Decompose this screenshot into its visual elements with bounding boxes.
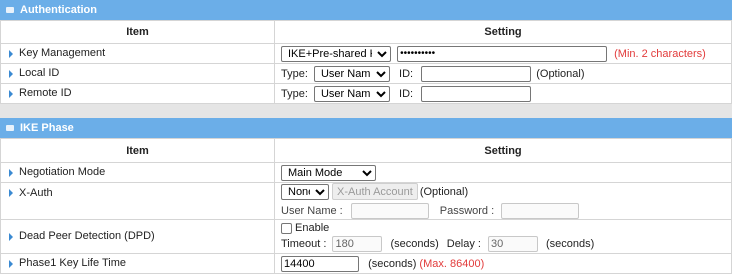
negotiation-mode-row-label: Negotiation Mode: [0, 162, 275, 183]
local-id-type-select[interactable]: User Name: [313, 65, 390, 82]
section-divider: [0, 104, 732, 118]
x-auth-password-label: Password :: [439, 204, 495, 217]
x-auth-label: X-Auth: [19, 187, 53, 200]
key-management-select[interactable]: IKE+Pre-shared Key: [281, 45, 391, 62]
min-characters-hint: (Min. 2 characters): [614, 47, 706, 60]
local-id-label: Local ID: [19, 67, 60, 80]
column-header-setting: Setting: [274, 20, 732, 44]
authentication-header: Authentication: [0, 0, 732, 20]
key-management-label: Key Management: [19, 47, 106, 60]
dpd-timeout-input[interactable]: [332, 235, 383, 252]
section-collapse-icon[interactable]: [6, 7, 14, 13]
x-auth-select[interactable]: None: [281, 183, 329, 200]
local-id-optional-note: (Optional): [536, 67, 585, 80]
x-auth-row-label: X-Auth: [0, 182, 275, 220]
negotiation-mode-setting: Main Mode: [274, 162, 732, 183]
dpd-enable-label: Enable: [295, 222, 330, 234]
remote-id-id-label: ID:: [399, 87, 414, 100]
bullet-arrow-icon: [9, 259, 13, 268]
bullet-arrow-icon: [9, 49, 13, 58]
column-header-item: Item: [0, 20, 275, 44]
dpd-setting: Enable Timeout : (seconds) Delay : (seco…: [274, 219, 732, 254]
remote-id-type-select[interactable]: User Name: [313, 85, 390, 102]
ike-phase-table: Item Setting Negotiation Mode Main Mode …: [0, 138, 732, 274]
remote-id-type-label: Type:: [281, 87, 308, 100]
remote-id-setting: Type: User Name ID:: [274, 83, 732, 104]
bullet-arrow-icon: [9, 232, 13, 241]
x-auth-password-input[interactable]: [501, 202, 580, 219]
bullet-arrow-icon: [9, 168, 13, 177]
x-auth-username-label: User Name :: [281, 204, 343, 217]
remote-id-input[interactable]: [421, 85, 532, 102]
negotiation-mode-select[interactable]: Main Mode: [281, 164, 376, 181]
x-auth-setting: None X-Auth Account (Optional) User Name…: [274, 182, 732, 220]
bullet-arrow-icon: [9, 89, 13, 98]
dpd-delay-label: Delay :: [446, 237, 481, 250]
local-id-setting: Type: User Name ID: (Optional): [274, 63, 732, 84]
ike-phase-header: IKE Phase: [0, 118, 732, 138]
dpd-enable-checkbox[interactable]: [281, 222, 292, 234]
dpd-delay-input[interactable]: [488, 235, 538, 252]
phase1-setting: (seconds) (Max. 86400): [274, 253, 732, 274]
local-id-id-label: ID:: [399, 67, 414, 80]
authentication-title: Authentication: [20, 4, 97, 16]
dpd-delay-unit: (seconds): [546, 237, 595, 250]
phase1-key-life-input[interactable]: [281, 255, 359, 272]
dpd-timeout-unit: (seconds): [390, 237, 439, 250]
x-auth-account-button[interactable]: X-Auth Account: [332, 183, 418, 200]
column-header-setting: Setting: [274, 138, 732, 163]
phase1-row-label: Phase1 Key Life Time: [0, 253, 275, 274]
bullet-arrow-icon: [9, 189, 13, 198]
local-id-input[interactable]: [421, 65, 532, 82]
negotiation-mode-label: Negotiation Mode: [19, 166, 106, 179]
dpd-label: Dead Peer Detection (DPD): [19, 230, 155, 243]
authentication-table: Item Setting Key Management IKE+Pre-shar…: [0, 20, 732, 104]
local-id-row-label: Local ID: [0, 63, 275, 84]
dpd-timeout-label: Timeout :: [281, 237, 327, 250]
pre-shared-key-input[interactable]: [397, 45, 608, 62]
column-header-item: Item: [0, 138, 275, 163]
section-collapse-icon[interactable]: [6, 125, 14, 131]
key-management-setting: IKE+Pre-shared Key (Min. 2 characters): [274, 43, 732, 64]
ike-phase-title: IKE Phase: [20, 122, 74, 134]
remote-id-row-label: Remote ID: [0, 83, 275, 104]
key-management-row-label: Key Management: [0, 43, 275, 64]
dpd-row-label: Dead Peer Detection (DPD): [0, 219, 275, 254]
bullet-arrow-icon: [9, 69, 13, 78]
remote-id-label: Remote ID: [19, 87, 72, 100]
x-auth-optional-note: (Optional): [419, 185, 469, 198]
local-id-type-label: Type:: [281, 67, 308, 80]
x-auth-username-input[interactable]: [350, 202, 429, 219]
